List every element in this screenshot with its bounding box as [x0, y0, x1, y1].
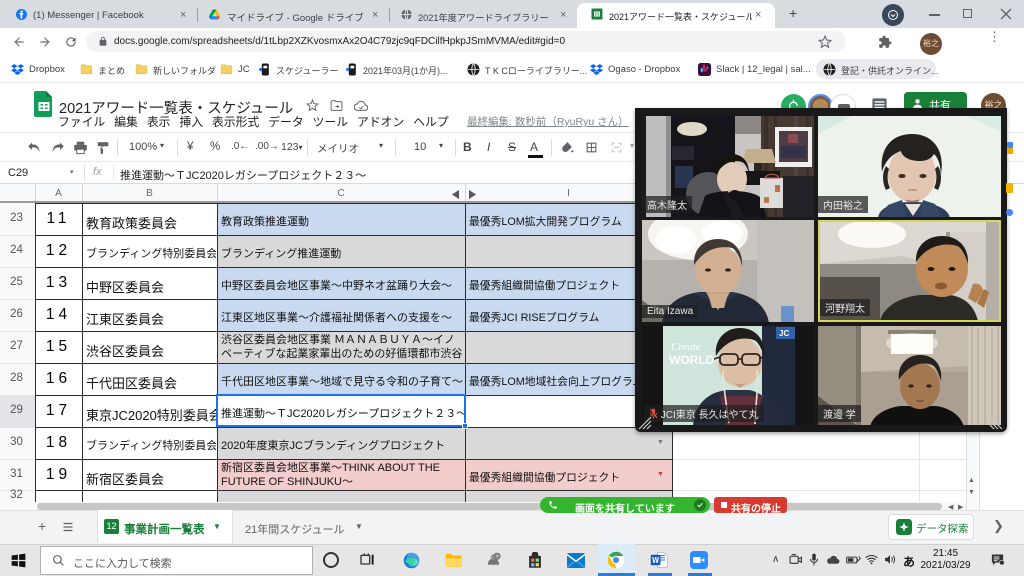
svg-text:Create: Create [671, 341, 701, 353]
svg-text:WORLD: WORLD [669, 353, 715, 367]
svg-text:JC: JC [779, 329, 789, 338]
